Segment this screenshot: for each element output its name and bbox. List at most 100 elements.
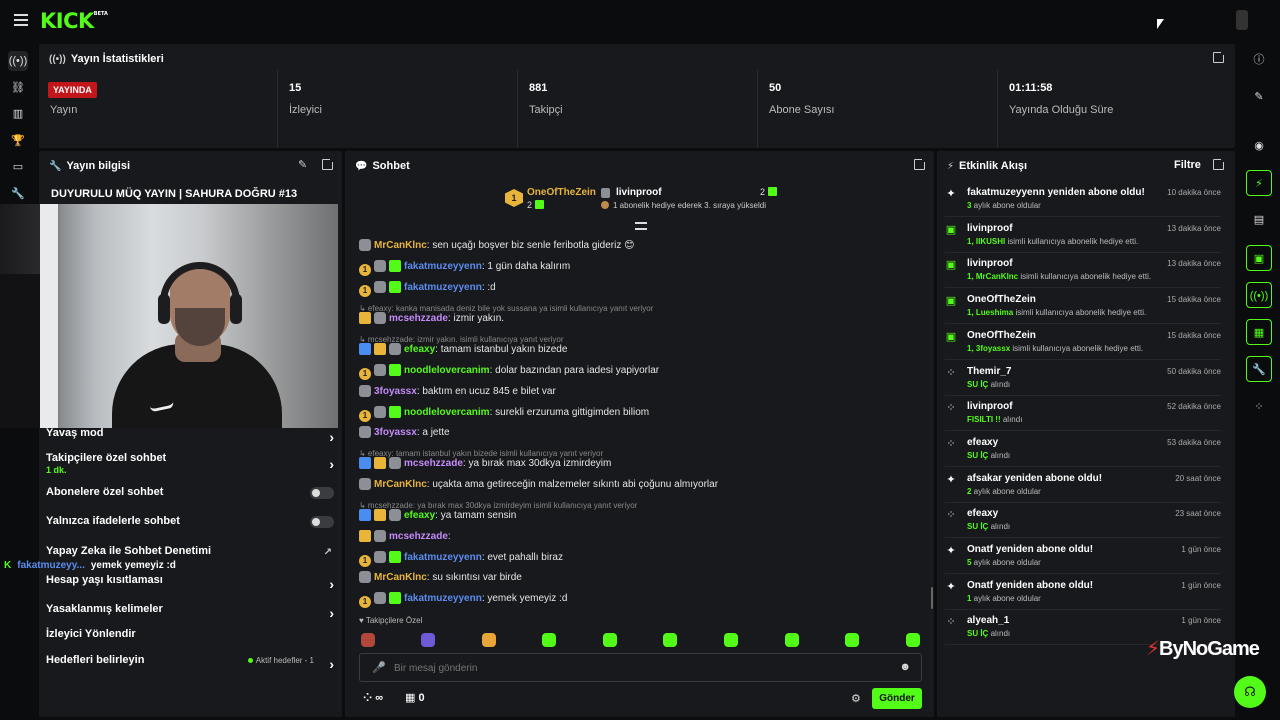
avatar[interactable]: [1236, 10, 1248, 30]
chat-message[interactable]: mcsehzzade: ya bırak max 30dkya izmirdey…: [359, 457, 916, 475]
emotes-only-toggle[interactable]: [310, 516, 334, 528]
popout-icon[interactable]: [1213, 157, 1226, 170]
chat-input-box[interactable]: 🎤 ☻: [359, 653, 922, 682]
banned-words-row[interactable]: Yasaklanmış kelimeler ›: [46, 603, 334, 623]
activity-title[interactable]: Onatf yeniden abone oldu!: [967, 544, 1093, 555]
wrench-icon[interactable]: 🔧: [8, 184, 28, 204]
bolt-icon[interactable]: ⚡: [1246, 170, 1272, 196]
chat-username[interactable]: MrCanKlnc: [374, 479, 427, 490]
chat-username[interactable]: mcsehzzade: [389, 313, 448, 324]
chat-message[interactable]: 1 fakatmuzeyyenn: yemek yemeyiz :d: [359, 592, 916, 610]
activity-title[interactable]: livinproof: [967, 258, 1013, 269]
video-icon[interactable]: ▭: [8, 157, 28, 177]
activity-title[interactable]: fakatmuzeyyenn yeniden abone oldu!: [967, 187, 1145, 198]
chat-username[interactable]: 3foyassx: [374, 386, 417, 397]
wrench-icon[interactable]: 🔧: [1246, 356, 1272, 382]
camera-icon[interactable]: ◉: [1246, 133, 1272, 159]
chat-message[interactable]: MrCanKlnc: sen uçağı boşver biz senle fe…: [359, 239, 916, 257]
store-display[interactable]: ▦ 0: [405, 691, 425, 704]
hamburger-icon[interactable]: [14, 14, 28, 26]
activity-title[interactable]: OneOfTheZein: [967, 330, 1036, 341]
chat-message[interactable]: efeaxy: tamam istanbul yakın bizede: [359, 343, 916, 361]
send-button[interactable]: Gönder: [872, 688, 922, 709]
chat-message[interactable]: mcsehzzade:: [359, 530, 916, 548]
chat-icon[interactable]: ▣: [1246, 245, 1272, 271]
activity-title[interactable]: Themir_7: [967, 366, 1011, 377]
chat-input[interactable]: [394, 659, 874, 677]
activity-title[interactable]: Onatf yeniden abone oldu!: [967, 580, 1093, 591]
chat-message[interactable]: 3foyassx: a jette: [359, 426, 916, 444]
support-icon[interactable]: ☊: [1234, 676, 1266, 708]
popout-icon[interactable]: [1213, 50, 1226, 63]
chat-username[interactable]: mcsehzzade: [389, 531, 448, 542]
pencil-icon[interactable]: ✎: [298, 158, 307, 171]
filter-button[interactable]: Filtre: [1174, 159, 1201, 171]
points-display[interactable]: ⁘ ∞: [363, 691, 383, 704]
chat-username[interactable]: fakatmuzeyyenn: [404, 261, 482, 272]
leader-user[interactable]: livinproof: [616, 187, 662, 198]
gear-icon[interactable]: ⚙: [851, 692, 861, 705]
activity-title[interactable]: livinproof: [967, 223, 1013, 234]
activity-title[interactable]: OneOfTheZein: [967, 294, 1036, 305]
broadcast-icon[interactable]: ((•)): [8, 51, 28, 71]
chat-message[interactable]: MrCanKlnc: uçakta ama getireceğin malzem…: [359, 478, 916, 496]
followers-only-row[interactable]: Takipçilere özel sohbet 1 dk. ›: [46, 452, 334, 478]
chat-username[interactable]: mcsehzzade: [404, 458, 463, 469]
chat-message[interactable]: MrCanKlnc: su sıkıntısı var birde: [359, 571, 916, 589]
slow-mode-row[interactable]: Yavaş mod ›: [46, 427, 334, 447]
chat-username[interactable]: 3foyassx: [374, 427, 417, 438]
chat-username[interactable]: fakatmuzeyyenn: [404, 552, 482, 563]
chat-message[interactable]: 1 noodlelovercanim: surekli erzuruma gitt…: [359, 406, 916, 424]
trophy-icon[interactable]: 🏆: [8, 131, 28, 151]
activity-title[interactable]: alyeah_1: [967, 615, 1009, 626]
chat-username[interactable]: noodlelovercanim: [404, 407, 490, 418]
emote-icon[interactable]: [724, 633, 738, 647]
chat-message[interactable]: mcsehzzade: izmir yakın.: [359, 312, 916, 330]
dots-icon[interactable]: ⁘: [1246, 394, 1272, 420]
chat-username[interactable]: MrCanKlnc: [374, 240, 427, 251]
goals-row[interactable]: Hedefleri belirleyin Aktif hedefler - 1 …: [46, 654, 334, 674]
chat-username[interactable]: noodlelovercanim: [404, 365, 490, 376]
chat-message[interactable]: 3foyassx: baktım en ucuz 845 e bilet var: [359, 385, 916, 403]
subscribers-only-toggle[interactable]: [310, 487, 334, 499]
layout-icon[interactable]: ▦: [1246, 319, 1272, 345]
collapse-icon[interactable]: [635, 222, 647, 230]
activity-title[interactable]: afsakar yeniden abone oldu!: [967, 473, 1102, 484]
chat-username[interactable]: MrCanKlnc: [374, 572, 427, 583]
emoji-icon[interactable]: ☻: [899, 661, 911, 673]
chat-message[interactable]: efeaxy: ya tamam sensin: [359, 509, 916, 527]
activity-title[interactable]: efeaxy: [967, 437, 998, 448]
document-icon[interactable]: ▤: [1246, 207, 1272, 233]
emote-icon[interactable]: [603, 633, 617, 647]
chat-message[interactable]: 1 fakatmuzeyyenn: evet pahallı biraz: [359, 551, 916, 569]
kick-logo[interactable]: KICKBETA: [40, 9, 108, 33]
activity-title[interactable]: livinproof: [967, 401, 1013, 412]
popout-icon[interactable]: [322, 157, 335, 170]
scrollbar[interactable]: [931, 587, 933, 609]
chat-message[interactable]: 1 fakatmuzeyyenn: :d: [359, 281, 916, 299]
chat-username[interactable]: efeaxy: [404, 510, 435, 521]
chat-message[interactable]: 1 fakatmuzeyyenn: 1 gün daha kalırım: [359, 260, 916, 278]
analytics-icon[interactable]: ▥: [8, 104, 28, 124]
emote-icon[interactable]: [542, 633, 556, 647]
popout-icon[interactable]: [914, 157, 927, 170]
chat-username[interactable]: efeaxy: [404, 344, 435, 355]
chat-username[interactable]: fakatmuzeyyenn: [404, 593, 482, 604]
emote-icon[interactable]: [663, 633, 677, 647]
redirect-viewers-row[interactable]: İzleyici Yönlendir: [46, 628, 334, 648]
leader-user[interactable]: OneOfTheZein: [527, 187, 596, 198]
emote-icon[interactable]: [482, 633, 496, 647]
emote-icon[interactable]: [845, 633, 859, 647]
account-age-row[interactable]: Hesap yaşı kısıtlaması ›: [46, 574, 334, 594]
info-icon[interactable]: ⓘ: [1246, 47, 1272, 73]
pencil-icon[interactable]: ✎: [1246, 84, 1272, 110]
activity-title[interactable]: efeaxy: [967, 508, 998, 519]
broadcast-icon[interactable]: ((•)): [1246, 282, 1272, 308]
emote-icon[interactable]: [421, 633, 435, 647]
emote-icon[interactable]: [906, 633, 920, 647]
chat-username[interactable]: fakatmuzeyyenn: [404, 282, 482, 293]
mic-icon[interactable]: 🎤: [372, 661, 386, 674]
chat-message[interactable]: 1 noodlelovercanim: dolar bazından para i…: [359, 364, 916, 382]
emote-icon[interactable]: [361, 633, 375, 647]
link-icon[interactable]: ⛓: [8, 78, 28, 98]
